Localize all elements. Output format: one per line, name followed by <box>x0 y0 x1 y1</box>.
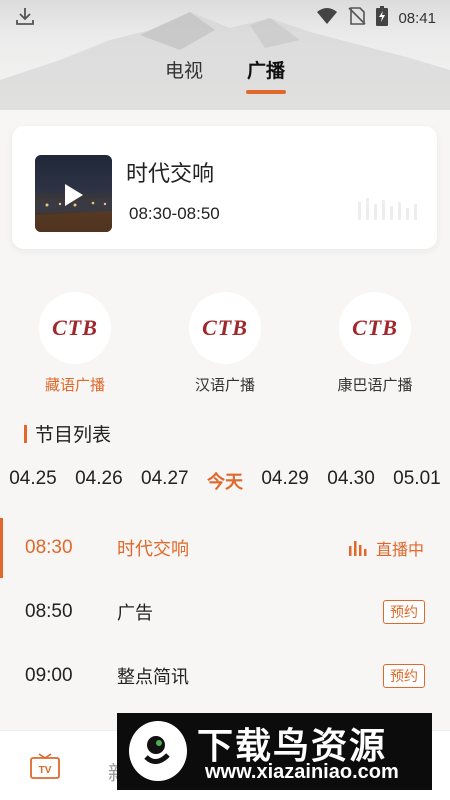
station-chinese[interactable]: CTB 汉语广播 <box>150 292 300 395</box>
tv-icon-label: TV <box>39 765 52 776</box>
station-tibetan[interactable]: CTB 藏语广播 <box>0 292 150 395</box>
program-name: 时代交响 <box>117 539 189 560</box>
active-tab-indicator <box>246 90 286 94</box>
no-sim-icon <box>348 7 367 29</box>
top-tabs: 电视 广播 <box>0 52 450 94</box>
program-time: 08:50 <box>25 601 73 622</box>
program-list: 08:30 时代交响 直播中 08:50 广告 预约 09:00 整点简讯 预约 <box>0 516 450 708</box>
status-time: 08:41 <box>398 9 436 27</box>
ctb-logo: CTB <box>189 292 261 364</box>
station-label: 藏语广播 <box>44 376 105 394</box>
date-item[interactable]: 04.27 <box>141 468 189 496</box>
date-selector: 04.25 04.26 04.27 今天 04.29 04.30 05.01 <box>0 468 450 496</box>
station-selector: CTB 藏语广播 CTB 汉语广播 CTB 康巴语广播 <box>0 292 450 395</box>
date-item[interactable]: 04.26 <box>75 468 123 496</box>
now-playing-card[interactable]: 时代交响 08:30-08:50 <box>12 126 437 249</box>
program-row[interactable]: 09:00 整点简讯 预约 <box>0 644 450 708</box>
station-label: 汉语广播 <box>194 376 255 394</box>
live-status-label: 直播中 <box>375 540 424 559</box>
ctb-logo: CTB <box>39 292 111 364</box>
watermark-banner: 下载鸟资源 www.xiazainiao.com <box>117 713 432 790</box>
program-row[interactable]: 08:30 时代交响 直播中 <box>0 516 450 580</box>
wifi-icon <box>316 7 338 29</box>
ctb-logo-text: CTB <box>52 315 98 340</box>
reserve-button[interactable]: 预约 <box>383 664 425 688</box>
program-time: 09:00 <box>25 665 73 686</box>
status-bar: 08:41 <box>0 0 450 36</box>
date-item[interactable]: 05.01 <box>393 468 441 496</box>
date-item[interactable]: 04.25 <box>9 468 57 496</box>
program-name: 广告 <box>117 603 153 624</box>
live-bars-icon <box>348 541 367 556</box>
program-list-title: 节目列表 <box>35 424 112 446</box>
tv-icon[interactable]: TV <box>30 753 60 783</box>
watermark-url: www.xiazainiao.com <box>205 761 399 783</box>
tab-tv[interactable]: 电视 <box>165 52 203 92</box>
now-playing-time: 08:30-08:50 <box>129 204 220 223</box>
now-playing-thumbnail[interactable] <box>35 155 112 232</box>
play-icon[interactable] <box>65 184 83 206</box>
date-item-today[interactable]: 今天 <box>207 468 243 496</box>
program-list-header: 节目列表 <box>24 420 111 447</box>
tab-radio[interactable]: 广播 <box>246 52 286 94</box>
ctb-logo-text: CTB <box>202 315 248 340</box>
ctb-logo: CTB <box>339 292 411 364</box>
audio-wave-icon <box>356 196 426 224</box>
program-time: 08:30 <box>25 537 73 558</box>
battery-charging-icon <box>376 6 389 30</box>
tab-tv-label: 电视 <box>164 60 203 82</box>
date-item[interactable]: 04.29 <box>261 468 309 496</box>
program-row[interactable]: 08:50 广告 预约 <box>0 580 450 644</box>
section-marker <box>24 424 27 443</box>
date-item[interactable]: 04.30 <box>327 468 375 496</box>
station-khams[interactable]: CTB 康巴语广播 <box>300 292 450 395</box>
ctb-logo-text: CTB <box>352 315 398 340</box>
reserve-button[interactable]: 预约 <box>383 600 425 624</box>
tab-radio-label: 广播 <box>247 60 286 82</box>
watermark-logo <box>129 721 187 781</box>
station-label: 康巴语广播 <box>337 376 413 394</box>
program-name: 整点简讯 <box>117 667 189 688</box>
live-status: 直播中 <box>348 536 424 560</box>
now-playing-title: 时代交响 <box>126 162 215 187</box>
download-icon[interactable] <box>14 5 36 31</box>
